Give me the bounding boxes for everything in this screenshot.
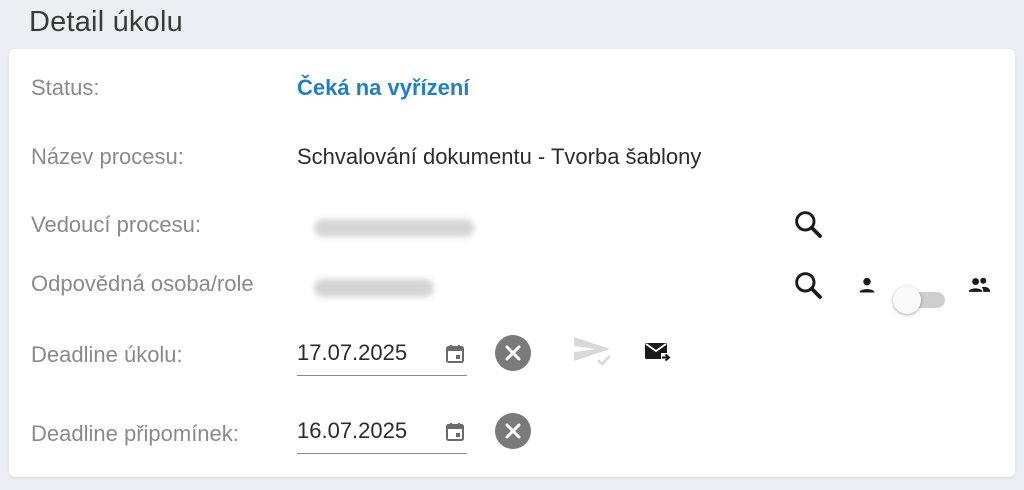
task-deadline-label: Deadline úkolu:	[31, 342, 183, 367]
page-title: Detail úkolu	[29, 6, 183, 38]
process-name-value: Schvalování dokumentu - Tvorba šablony	[297, 144, 702, 169]
comments-deadline-input[interactable]	[297, 411, 427, 451]
group-icon	[967, 274, 991, 301]
comments-deadline-datepicker	[297, 411, 467, 454]
status-label: Status:	[31, 75, 100, 100]
responsible-label: Odpovědná osoba/role	[31, 271, 254, 296]
comments-deadline-label: Deadline připomínek:	[31, 421, 239, 446]
task-deadline-input[interactable]	[297, 333, 427, 373]
close-icon	[505, 423, 521, 439]
process-lead-redacted	[314, 219, 474, 237]
mail-send-icon[interactable]	[644, 341, 672, 368]
clear-task-deadline-button[interactable]	[495, 335, 531, 371]
responsible-redacted	[314, 279, 434, 297]
process-name-label: Název procesu:	[31, 144, 184, 169]
search-icon[interactable]	[792, 208, 824, 245]
close-icon	[505, 345, 521, 361]
send-icon[interactable]	[572, 334, 614, 373]
person-icon	[857, 275, 877, 300]
process-lead-label: Vedoucí procesu:	[31, 212, 202, 237]
calendar-icon[interactable]	[443, 342, 467, 366]
task-detail-card: Status: Čeká na vyřízení Název procesu: …	[9, 49, 1015, 477]
status-value: Čeká na vyřízení	[297, 75, 470, 100]
calendar-icon[interactable]	[443, 420, 467, 444]
toggle-thumb	[893, 286, 921, 314]
clear-comments-deadline-button[interactable]	[495, 413, 531, 449]
task-deadline-datepicker	[297, 333, 467, 376]
role-mode-toggle[interactable]	[893, 286, 949, 314]
search-icon[interactable]	[792, 269, 824, 306]
